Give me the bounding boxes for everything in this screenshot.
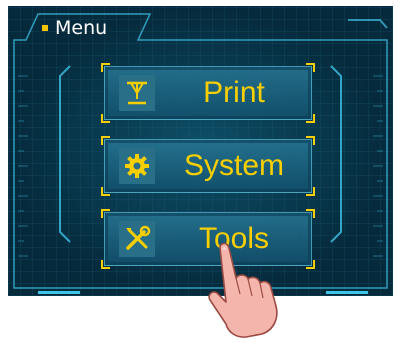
touchscreen: Menu Print System Tools [8, 6, 393, 296]
menu-tab: Menu [36, 14, 124, 42]
print-icon [119, 75, 155, 111]
pointing-hand-icon [208, 242, 278, 338]
print-label: Print [203, 76, 265, 109]
tab-indicator-dot [42, 25, 48, 31]
menu-title: Menu [55, 17, 108, 39]
print-button[interactable]: Print [101, 63, 315, 123]
system-label: System [183, 149, 285, 182]
tools-icon [119, 221, 155, 257]
gear-icon [119, 148, 155, 184]
system-button[interactable]: System [101, 136, 315, 196]
